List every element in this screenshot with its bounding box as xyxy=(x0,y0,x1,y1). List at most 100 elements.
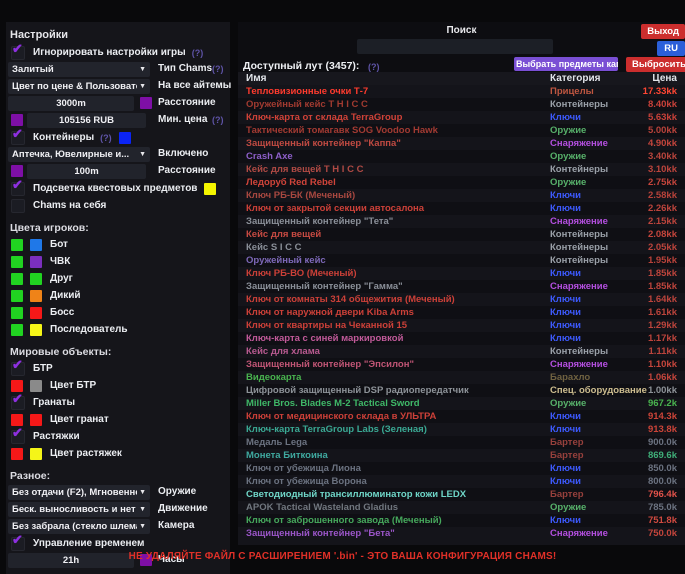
color-swatch[interactable] xyxy=(30,324,42,336)
dropdown-label: На все айтемы xyxy=(158,80,231,91)
loot-row[interactable]: Тепловизионные очки Т-7Прицелы17.33kk xyxy=(238,85,685,98)
item-name: Ключ от заброшенного завода (Меченый) xyxy=(246,514,544,527)
color-swatch[interactable] xyxy=(11,414,23,426)
loot-row[interactable]: Светодиодный трансиллюминатор кожи LEDXБ… xyxy=(238,488,685,501)
color-swatch[interactable] xyxy=(30,380,42,392)
loot-row[interactable]: Ключ от заброшенного завода (Меченый)Клю… xyxy=(238,514,685,527)
color-swatch[interactable] xyxy=(11,290,23,302)
checkbox[interactable]: ✔ xyxy=(11,46,25,60)
loot-row[interactable]: Ключ от закрытой секции автосалонаКлючи2… xyxy=(238,202,685,215)
exit-button[interactable]: Выход xyxy=(641,24,685,39)
loot-row[interactable]: Ключ-карта от склада TerraGroupКлючи5.63… xyxy=(238,111,685,124)
help-icon[interactable]: (?) xyxy=(192,48,204,58)
color-swatch[interactable] xyxy=(11,324,23,336)
loot-row[interactable]: Ледоруб Red RebelОружие2.75kk xyxy=(238,176,685,189)
help-icon[interactable]: (?) xyxy=(212,115,224,125)
loot-row[interactable]: Кейс для вещейКонтейнеры2.08kk xyxy=(238,228,685,241)
color-swatch[interactable] xyxy=(140,97,152,109)
loot-row[interactable]: Ключ от наружной двери Kiba ArmsКлючи1.6… xyxy=(238,306,685,319)
dropdown[interactable]: Аптечка, Ювелирные и...▼ xyxy=(8,147,150,162)
checkbox[interactable]: ✔ xyxy=(11,182,25,196)
help-icon[interactable]: (?) xyxy=(100,133,112,143)
loot-row[interactable]: Miller Bros. Blades M-2 Tactical SwordОр… xyxy=(238,397,685,410)
dropdown[interactable]: Залитый▼ xyxy=(8,62,150,77)
value-input[interactable]: 100m xyxy=(27,164,146,179)
loot-row[interactable]: Кейс для вещей T H I C CКонтейнеры3.10kk xyxy=(238,163,685,176)
color-swatch[interactable] xyxy=(30,307,42,319)
color-swatch[interactable] xyxy=(11,165,23,177)
loot-row[interactable]: Кейс для хламаКонтейнеры1.11kk xyxy=(238,345,685,358)
checkbox-label: Подсветка квестовых предметов xyxy=(33,183,197,194)
color-swatch[interactable] xyxy=(11,307,23,319)
settings-row: Chams на себя xyxy=(6,197,230,214)
settings-row: ✔Игнорировать настройки игры(?) xyxy=(6,44,230,61)
chevron-down-icon: ▼ xyxy=(139,151,146,158)
help-icon[interactable]: (?) xyxy=(368,62,380,72)
color-swatch[interactable] xyxy=(11,256,23,268)
dropdown[interactable]: Без забрала (стекло шлема)▼ xyxy=(8,519,150,534)
loot-row[interactable]: Кейс S I C CКонтейнеры2.05kk xyxy=(238,241,685,254)
input-label: Расстояние xyxy=(158,97,216,108)
loot-row[interactable]: Ключ от медицинского склада в УЛЬТРАКлюч… xyxy=(238,410,685,423)
checkbox[interactable]: ✔ xyxy=(11,537,25,551)
loot-row[interactable]: Защищенный контейнер "Бета"Снаряжение750… xyxy=(238,527,685,540)
color-swatch[interactable] xyxy=(11,114,23,126)
checkbox[interactable]: ✔ xyxy=(11,362,25,376)
checkbox-label: Управление временем xyxy=(33,538,144,549)
search-input[interactable] xyxy=(357,39,553,54)
chevron-down-icon: ▼ xyxy=(139,489,146,496)
color-swatch[interactable] xyxy=(11,380,23,392)
color-swatch[interactable] xyxy=(204,183,216,195)
color-swatch[interactable] xyxy=(30,290,42,302)
loot-row[interactable]: APOK Tactical Wasteland GladiusОружие785… xyxy=(238,501,685,514)
drop-all-button[interactable]: Выбросить все xyxy=(626,57,685,72)
item-price: 800.0k xyxy=(648,475,677,488)
loot-row[interactable]: Ключ от убежища ЛионаКлючи850.0k xyxy=(238,462,685,475)
loot-row[interactable]: Монета БиткоинаБартер869.6k xyxy=(238,449,685,462)
color-swatch[interactable] xyxy=(30,448,42,460)
value-input[interactable]: 3000m xyxy=(8,96,134,111)
loot-row[interactable]: Защищенный контейнер "Эпсилон"Снаряжение… xyxy=(238,358,685,371)
loot-row[interactable]: Цифровой защищенный DSP радиопередатчикС… xyxy=(238,384,685,397)
loot-row[interactable]: Защищенный контейнер "Тета"Снаряжение2.1… xyxy=(238,215,685,228)
loot-row[interactable]: Оружейный кейсКонтейнеры1.95kk xyxy=(238,254,685,267)
loot-row[interactable]: Медаль LegaБартер900.0k xyxy=(238,436,685,449)
loot-row[interactable]: Защищенный контейнер "Каппа"Снаряжение4.… xyxy=(238,137,685,150)
loot-row[interactable]: Ключ РБ-ВО (Меченый)Ключи1.85kk xyxy=(238,267,685,280)
loot-row[interactable]: Crash AxeОружие3.40kk xyxy=(238,150,685,163)
loot-row[interactable]: Ключ-карта TerraGroup Labs (Зеленая)Ключ… xyxy=(238,423,685,436)
color-swatch[interactable] xyxy=(119,132,131,144)
loot-row[interactable]: Ключ от комнаты 314 общежития (Меченый)К… xyxy=(238,293,685,306)
checkbox[interactable]: ✔ xyxy=(11,396,25,410)
color-swatch[interactable] xyxy=(30,414,42,426)
color-label: Босс xyxy=(50,307,74,318)
section-heading: Разное: xyxy=(6,462,230,484)
loot-row[interactable]: Оружейный кейс T H I C CКонтейнеры8.40kk xyxy=(238,98,685,111)
loot-row[interactable]: ВидеокартаБарахло1.06kk xyxy=(238,371,685,384)
loot-row[interactable]: Защищенный контейнер "Гамма"Снаряжение1.… xyxy=(238,280,685,293)
value-input[interactable]: 105156 RUB xyxy=(27,113,146,128)
loot-row[interactable]: Тактический томагавк SOG Voodoo HawkОруж… xyxy=(238,124,685,137)
dropdown[interactable]: Беск. выносливость и нет уста▼ xyxy=(8,502,150,517)
color-swatch[interactable] xyxy=(30,239,42,251)
help-icon[interactable]: (?) xyxy=(212,64,224,74)
loot-row[interactable]: Ключ от квартиры на Чеканной 15Ключи1.29… xyxy=(238,319,685,332)
color-swatch[interactable] xyxy=(30,273,42,285)
item-price: 8.40kk xyxy=(648,98,677,111)
loot-row[interactable]: Ключ РБ-БК (Меченый)Ключи2.58kk xyxy=(238,189,685,202)
color-swatch[interactable] xyxy=(11,239,23,251)
item-name: Ключ от наружной двери Kiba Arms xyxy=(246,306,544,319)
item-name: Ледоруб Red Rebel xyxy=(246,176,544,189)
color-swatch[interactable] xyxy=(30,256,42,268)
select-kappa-items-button[interactable]: Выбрать предметы каппа xyxy=(514,57,618,71)
dropdown[interactable]: Без отдачи (F2), Мгновенное п▼ xyxy=(8,485,150,500)
loot-row[interactable]: Ключ-карта с синей маркировкойКлючи1.17k… xyxy=(238,332,685,345)
language-button[interactable]: RU xyxy=(657,41,685,56)
checkbox[interactable]: ✔ xyxy=(11,430,25,444)
loot-row[interactable]: Ключ от убежища ВоронаКлючи800.0k xyxy=(238,475,685,488)
dropdown[interactable]: Цвет по цене & Пользователь▼ xyxy=(8,79,150,94)
checkbox[interactable]: ✔ xyxy=(11,131,25,145)
checkbox[interactable] xyxy=(11,199,25,213)
color-swatch[interactable] xyxy=(11,448,23,460)
color-swatch[interactable] xyxy=(11,273,23,285)
